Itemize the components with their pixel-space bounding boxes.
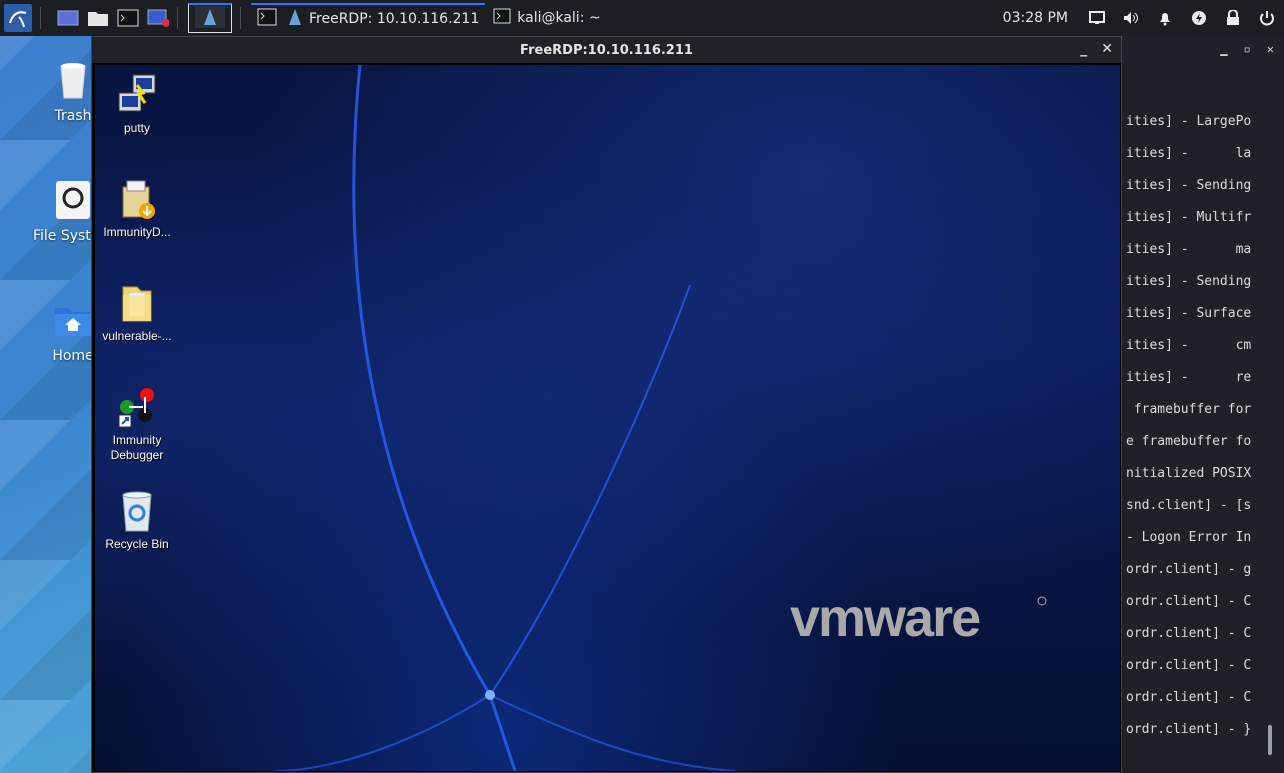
terminal-line: ities] - cm bbox=[1126, 338, 1252, 353]
terminal-line: ordr.client] - C bbox=[1126, 658, 1252, 673]
terminal-line: ordr.client] - C bbox=[1126, 594, 1252, 609]
window-title: FreeRDP:10.10.116.211 bbox=[520, 42, 693, 58]
terminal-line: ities] - Sending bbox=[1126, 178, 1252, 193]
volume-icon[interactable] bbox=[1120, 7, 1142, 29]
taskbar-task-label: kali@kali: ~ bbox=[517, 10, 601, 26]
vmware-logo: vmware bbox=[790, 588, 1050, 653]
maximize-icon[interactable]: ▫ bbox=[1244, 42, 1251, 56]
file-manager-icon[interactable] bbox=[87, 7, 109, 29]
terminal-line: ities] - Sending bbox=[1126, 274, 1252, 289]
terminal-line: ities] - re bbox=[1126, 370, 1252, 385]
home-folder-icon bbox=[51, 298, 95, 342]
show-desktop-icon[interactable] bbox=[57, 7, 79, 29]
minimize-icon[interactable]: ▁ bbox=[1220, 42, 1227, 56]
terminal-line: ities] - ma bbox=[1126, 242, 1252, 257]
freerdp-app-icon bbox=[287, 8, 303, 30]
terminal-launcher-icon[interactable] bbox=[117, 7, 139, 29]
power-manager-icon[interactable] bbox=[1188, 7, 1210, 29]
terminal-line: - Logon Error In bbox=[1126, 530, 1252, 545]
putty-icon bbox=[115, 73, 159, 117]
terminal-line: ities] - la bbox=[1126, 146, 1252, 161]
clock[interactable]: 03:28 PM bbox=[1003, 10, 1068, 26]
terminal-line: ities] - Multifr bbox=[1126, 210, 1252, 225]
terminal-app-icon bbox=[257, 8, 277, 30]
remote-desktop-screen[interactable]: putty ImmunityD... vulnerable-... Immuni… bbox=[95, 65, 1120, 771]
kali-menu-icon[interactable] bbox=[4, 4, 32, 32]
freerdp-titlebar[interactable]: FreeRDP:10.10.116.211 _ ✕ bbox=[92, 37, 1121, 63]
wallpaper-light-streaks bbox=[274, 65, 736, 771]
desktop-icon-immunity-debugger[interactable]: Immunity Debugger bbox=[97, 385, 177, 463]
taskbar-freerdp-thumb[interactable] bbox=[188, 3, 232, 33]
desktop-icon-label: ImmunityD... bbox=[103, 225, 171, 239]
taskbar-task-label: FreeRDP: 10.10.116.211 bbox=[309, 11, 480, 27]
terminal-titlebar: ▁ ▫ ✕ bbox=[1096, 36, 1284, 62]
screen-recorder-icon[interactable] bbox=[147, 7, 169, 29]
drive-icon bbox=[51, 178, 95, 222]
desktop-icon-vulnerable-folder[interactable]: vulnerable-... bbox=[97, 281, 177, 344]
terminal-line: e framebuffer fo bbox=[1126, 434, 1252, 449]
desktop-icon-immunity-installer[interactable]: ImmunityD... bbox=[97, 177, 177, 240]
logout-icon[interactable] bbox=[1256, 7, 1278, 29]
desktop-icon-putty[interactable]: putty bbox=[97, 73, 177, 136]
desktop-icon-label: vulnerable-... bbox=[102, 329, 172, 343]
immunity-debugger-icon bbox=[115, 385, 159, 429]
notifications-icon[interactable] bbox=[1154, 7, 1176, 29]
installer-icon bbox=[115, 177, 159, 221]
desktop-icon-label: Immunity Debugger bbox=[110, 433, 164, 462]
terminal-line: framebuffer for bbox=[1126, 402, 1252, 417]
terminal-line: nitialized POSIX bbox=[1126, 466, 1252, 481]
display-icon[interactable] bbox=[1086, 7, 1108, 29]
vmware-logo-text: vmware bbox=[790, 589, 980, 648]
taskbar-task-terminal[interactable]: kali@kali: ~ bbox=[487, 3, 606, 33]
terminal-line: ordr.client] - C bbox=[1126, 690, 1252, 705]
desktop-icon-label: Recycle Bin bbox=[105, 537, 169, 551]
terminal-line: ordr.client] - } bbox=[1126, 722, 1252, 737]
system-tray: 03:28 PM bbox=[1003, 0, 1284, 36]
freerdp-app-icon bbox=[195, 5, 225, 32]
desktop-icon-label: putty bbox=[123, 121, 150, 135]
kali-desktop: Trash File System Home ▁ ▫ ✕ ities] - La… bbox=[0, 0, 1284, 773]
taskbar-task-freerdp[interactable]: FreeRDP: 10.10.116.211 bbox=[251, 3, 486, 33]
terminal-line: ities] - LargePo bbox=[1126, 114, 1252, 129]
desktop-icon-recycle-bin[interactable]: Recycle Bin bbox=[97, 489, 177, 552]
terminal-window[interactable]: ▁ ▫ ✕ ities] - LargePo ities] - la ities… bbox=[1096, 36, 1284, 773]
terminal-line: ordr.client] - C bbox=[1126, 626, 1252, 641]
freerdp-window[interactable]: FreeRDP:10.10.116.211 _ ✕ putty Immunity… bbox=[91, 36, 1122, 773]
minimize-button[interactable]: _ bbox=[1080, 41, 1087, 57]
trash-icon bbox=[51, 58, 95, 102]
top-panel: FreeRDP: 10.10.116.211 kali@kali: ~ 03:2… bbox=[0, 0, 1284, 36]
folder-icon bbox=[115, 281, 159, 325]
terminal-line: snd.client] - [s bbox=[1126, 498, 1252, 513]
terminal-scrollbar[interactable] bbox=[1268, 725, 1272, 755]
terminal-line: ordr.client] - g bbox=[1126, 562, 1252, 577]
close-icon[interactable]: ✕ bbox=[1267, 42, 1274, 56]
close-button[interactable]: ✕ bbox=[1101, 41, 1113, 57]
terminal-app-icon bbox=[493, 8, 511, 28]
recycle-bin-icon bbox=[115, 489, 159, 533]
lock-icon[interactable] bbox=[1222, 7, 1244, 29]
terminal-line: ities] - Surface bbox=[1126, 306, 1252, 321]
